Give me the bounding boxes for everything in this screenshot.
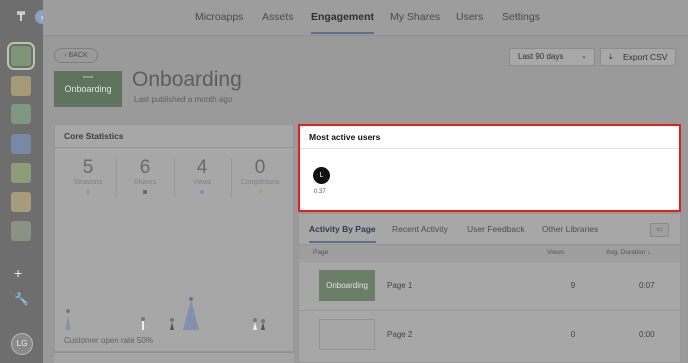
stat-value: 6: [139, 157, 151, 178]
present-icon[interactable]: ▭: [650, 223, 669, 237]
user-activity-value: 0.37: [314, 189, 326, 195]
activity-sparkline: [65, 297, 265, 330]
tab-engagement[interactable]: Engagement: [311, 11, 375, 34]
tab-microapps[interactable]: Microapps: [195, 11, 243, 23]
download-icon: ⤓: [609, 52, 613, 61]
microapp-thumbnail: brand Onboarding: [54, 71, 122, 107]
stat-label: Sessions: [73, 179, 103, 186]
tab-my-shares[interactable]: My Shares: [390, 11, 440, 23]
last-published-text: Last published a month ago: [134, 95, 233, 104]
rail-app-tag-icon[interactable]: [11, 192, 31, 212]
open-rate-text: Customer open rate 50%: [64, 336, 153, 345]
activity-panel: Activity By Page Recent Activity User Fe…: [298, 213, 681, 363]
export-csv-button[interactable]: ⤓ Export CSV: [600, 48, 676, 66]
spike-5: [253, 322, 257, 330]
spike-4: [183, 299, 199, 330]
rail-app-upload-icon[interactable]: [7, 42, 35, 70]
tab-assets[interactable]: Assets: [262, 11, 294, 23]
stat-value: 0: [254, 157, 266, 178]
stat-label: Views: [192, 179, 212, 186]
spike-1: [65, 315, 71, 330]
spike-4-dot: [189, 297, 193, 301]
spike-2-dot: [141, 317, 145, 321]
stat-label: Shares: [133, 179, 157, 186]
tab-recent-activity[interactable]: Recent Activity: [392, 224, 448, 234]
thumbnail-label: Onboarding: [64, 84, 112, 94]
wrench-icon[interactable]: 🔧: [14, 292, 29, 306]
legend-dot: [258, 190, 262, 194]
tab-settings[interactable]: Settings: [502, 11, 540, 23]
user-avatar[interactable]: LG: [11, 333, 33, 355]
thumbnail-brand: brand: [82, 74, 94, 79]
spike-5-dot: [253, 318, 257, 322]
left-rail: ₸ › + 🔧 LG: [0, 0, 49, 363]
page-views: 9: [570, 281, 576, 290]
spike-1-dot: [66, 309, 70, 313]
tab-activity-by-page[interactable]: Activity By Page: [309, 224, 376, 243]
back-button[interactable]: ‹ BACK: [54, 48, 98, 63]
legend-dot: [86, 190, 90, 194]
page-thumbnail: [319, 319, 375, 350]
page-duration: 0:07: [639, 281, 655, 290]
stat-shares: 6 Shares: [117, 158, 173, 194]
tab-other-libraries[interactable]: Other Libraries: [542, 224, 598, 234]
table-header: Page Views Avg. Duration ↓: [299, 245, 680, 260]
stat-label: Completions: [240, 179, 280, 186]
tab-users[interactable]: Users: [456, 11, 483, 23]
col-avg-duration[interactable]: Avg. Duration ↓: [606, 249, 650, 256]
page-thumbnail: Onboarding: [319, 270, 375, 301]
chevron-down-icon: ⌄: [581, 53, 587, 60]
core-statistics-panel: Core Statistics 5 Sessions 6 Shares 4 Vi…: [54, 124, 294, 352]
stat-completions: 0 Completions: [232, 158, 288, 194]
stat-value: 4: [196, 157, 208, 178]
most-active-users-title: Most active users: [309, 132, 381, 142]
page-views: 0: [570, 330, 576, 339]
user-avatar[interactable]: L: [313, 167, 330, 184]
date-range-select[interactable]: Last 90 days ⌄: [509, 48, 595, 66]
page-name: Page 1: [387, 281, 413, 290]
stat-sessions: 5 Sessions: [60, 158, 116, 194]
stat-value: 5: [82, 157, 94, 178]
most-active-users-panel: Most active users L 0.37: [298, 124, 681, 212]
rail-app-grid-icon[interactable]: [11, 104, 31, 124]
legend-dot: [143, 190, 147, 194]
col-views[interactable]: Views: [547, 249, 564, 256]
next-panel-edge: [54, 352, 294, 363]
core-statistics-title: Core Statistics: [64, 131, 124, 141]
add-app-icon[interactable]: +: [14, 266, 22, 280]
table-row[interactable]: Onboarding Page 1 9 0:07: [299, 261, 680, 309]
rail-app-chat-icon[interactable]: [11, 134, 31, 154]
legend-dot: [200, 190, 204, 194]
stat-views: 4 Views: [174, 158, 230, 194]
spike-6: [261, 322, 265, 330]
date-range-label: Last 90 days: [518, 52, 564, 61]
page-duration: 0:00: [639, 330, 655, 339]
spike-3: [170, 322, 174, 330]
page-title: Onboarding: [132, 68, 242, 91]
brand-logo-icon[interactable]: ₸: [13, 10, 29, 24]
spike-6-dot: [261, 319, 265, 323]
top-nav: Microapps Assets Engagement My Shares Us…: [43, 0, 688, 36]
spike-3-dot: [170, 318, 174, 322]
page-name: Page 2: [387, 330, 413, 339]
rail-app-star-icon[interactable]: [11, 163, 31, 183]
rail-app-icon[interactable]: [11, 76, 31, 96]
rail-app-doc-icon[interactable]: [11, 221, 31, 241]
export-csv-label: Export CSV: [623, 52, 668, 62]
table-row[interactable]: Page 2 0 0:00: [299, 310, 680, 358]
tab-user-feedback[interactable]: User Feedback: [467, 224, 525, 234]
col-page[interactable]: Page: [313, 249, 328, 256]
